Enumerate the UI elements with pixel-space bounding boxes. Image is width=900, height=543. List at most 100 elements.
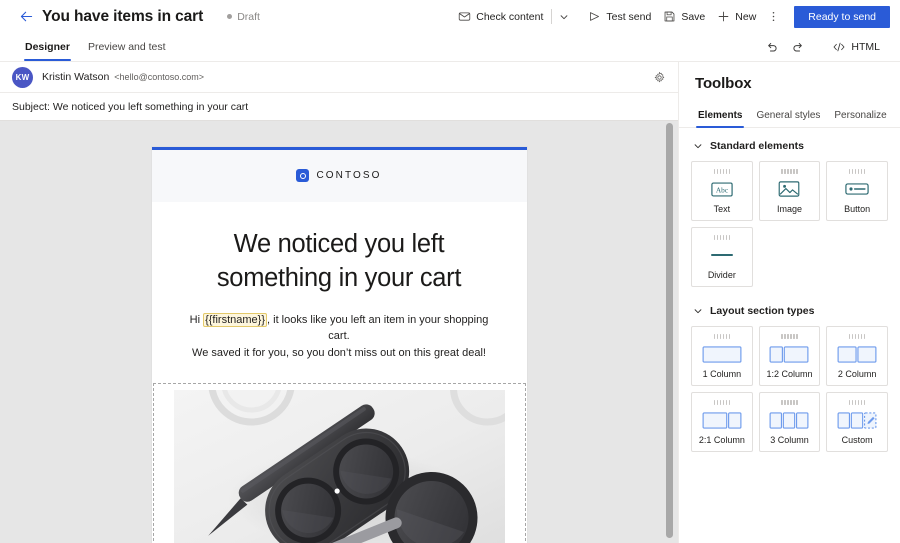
tab-designer[interactable]: Designer: [16, 33, 79, 61]
tabrow-spacer: [175, 33, 761, 61]
layout-card-3-column-label: 3 Column: [770, 435, 809, 445]
divider-icon: [710, 245, 733, 265]
email-headline: We noticed you left something in your ca…: [216, 230, 462, 292]
layout-card-2-column-label: 2 Column: [837, 369, 877, 379]
email-image-block-selected[interactable]: [152, 383, 526, 543]
subject-row[interactable]: Subject: We noticed you left something i…: [0, 93, 678, 121]
layout-2col-icon: [837, 344, 877, 364]
layout-card-2-1-column[interactable]: 2:1 Column: [691, 392, 753, 452]
page-title: You have items in cart: [42, 7, 204, 25]
section-standard-elements-header[interactable]: Standard elements: [691, 138, 888, 161]
check-content-button[interactable]: Check content: [452, 4, 549, 30]
status-badge: Draft: [227, 11, 260, 23]
toolbox-tab-general-styles[interactable]: General styles: [749, 103, 827, 127]
test-send-button[interactable]: Test send: [582, 4, 657, 30]
toolbox-title: Toolbox: [695, 75, 752, 92]
drag-handle-icon[interactable]: [848, 334, 866, 339]
designer-tabbar: Designer Preview and test HTML: [0, 33, 900, 62]
hero-product-image: [173, 390, 505, 543]
logo-ring-shape: [299, 172, 306, 179]
tab-preview-and-test[interactable]: Preview and test: [79, 33, 175, 61]
email-brand-header[interactable]: CONTOSO: [151, 150, 527, 202]
drag-handle-icon[interactable]: [781, 334, 798, 339]
status-label: Draft: [237, 10, 260, 23]
test-send-label: Test send: [606, 10, 652, 23]
html-code-button[interactable]: HTML: [826, 35, 886, 59]
toolbox-tab-personalize[interactable]: Personalize: [827, 103, 893, 127]
new-label: New: [735, 10, 757, 23]
drag-handle-icon[interactable]: [848, 400, 866, 405]
drag-handle-icon[interactable]: [713, 169, 731, 174]
email-designer-app: You have items in cart Draft Check conte…: [0, 0, 900, 543]
layout-3col-icon: [769, 410, 809, 430]
drag-handle-icon[interactable]: [713, 400, 731, 405]
save-button[interactable]: Save: [657, 4, 711, 30]
envelope-check-icon: [458, 10, 471, 23]
gear-icon[interactable]: [648, 66, 670, 88]
avatar: KW: [12, 66, 33, 88]
cmdbar-actions: Check content Test send Save New Ready t…: [452, 4, 890, 30]
save-label: Save: [681, 10, 706, 23]
personalization-token[interactable]: {{firstname}}: [203, 312, 268, 327]
drag-handle-icon[interactable]: [713, 235, 731, 240]
divider-line-shape: [710, 253, 733, 257]
workspace: KW Kristin Watson <hello@contoso.com> Su…: [0, 62, 900, 543]
layout-card-2-1-column-label: 2:1 Column: [698, 435, 745, 445]
html-label: HTML: [851, 41, 880, 53]
element-card-text[interactable]: Abc Text: [691, 161, 753, 221]
layout-card-2-column[interactable]: 2 Column: [826, 326, 888, 386]
layout-card-custom[interactable]: Custom: [826, 392, 888, 452]
canvas-scrollbar[interactable]: [665, 121, 673, 543]
element-card-divider[interactable]: Divider: [691, 227, 753, 287]
element-card-button[interactable]: Button: [826, 161, 888, 221]
drag-handle-icon[interactable]: [713, 334, 731, 339]
svg-text:Abc: Abc: [716, 185, 729, 194]
check-content-label: Check content: [476, 10, 544, 23]
element-card-divider-label: Divider: [707, 270, 736, 280]
text-icon: Abc: [711, 179, 733, 199]
chevron-down-icon: [693, 141, 703, 151]
button-icon: [845, 179, 869, 199]
undo-icon[interactable]: [760, 35, 784, 59]
element-card-button-label: Button: [844, 204, 871, 214]
drag-handle-icon[interactable]: [781, 400, 798, 405]
email-editor: KW Kristin Watson <hello@contoso.com> Su…: [0, 62, 678, 543]
layout-1col-icon: [702, 344, 742, 364]
layout-custom-icon: [837, 410, 877, 430]
back-arrow-icon[interactable]: [16, 7, 36, 27]
body-line1-rest: , it looks like you left an item in your…: [267, 313, 489, 343]
layout-2-1col-icon: [702, 410, 742, 430]
designer-tabs: Designer Preview and test: [0, 33, 175, 61]
layout-card-1-2-column[interactable]: 1:2 Column: [758, 326, 821, 386]
layout-card-1-column[interactable]: 1 Column: [691, 326, 753, 386]
element-card-image[interactable]: Image: [758, 161, 821, 221]
redo-icon[interactable]: [786, 35, 810, 59]
toolbox-tab-general-styles-label: General styles: [756, 109, 821, 121]
subject-line: Subject: We noticed you left something i…: [12, 101, 248, 113]
sender-email: <hello@contoso.com>: [114, 72, 204, 82]
contoso-logo-icon: [296, 169, 310, 182]
tab-designer-label: Designer: [25, 41, 70, 53]
section-layout-header[interactable]: Layout section types: [691, 303, 888, 326]
layout-card-3-column[interactable]: 3 Column: [758, 392, 821, 452]
check-content-dropdown-chevron-down-icon[interactable]: [554, 5, 574, 29]
layout-types-grid: 1 Column 1:2 Column 2 Column 2:1 Column …: [691, 326, 888, 452]
section-standard-elements: Standard elements Abc Text Image Button …: [679, 128, 900, 289]
canvas-scrollbar-thumb[interactable]: [665, 123, 673, 538]
layout-card-custom-label: Custom: [841, 435, 873, 445]
toolbox-tabs: Elements General styles Personalize: [679, 103, 900, 128]
element-card-image-label: Image: [776, 204, 802, 214]
more-options-icon[interactable]: [762, 5, 784, 29]
ready-to-send-button[interactable]: Ready to send: [794, 5, 890, 28]
email-hero-text-block[interactable]: We noticed you left something in your ca…: [152, 202, 527, 383]
toolbox-tab-elements[interactable]: Elements: [691, 103, 749, 128]
sender-row: KW Kristin Watson <hello@contoso.com>: [0, 62, 678, 93]
send-icon: [588, 10, 601, 23]
drag-handle-icon[interactable]: [781, 169, 798, 174]
drag-handle-icon[interactable]: [848, 169, 866, 174]
element-card-text-label: Text: [713, 204, 731, 214]
standard-elements-grid: Abc Text Image Button Divider: [691, 161, 888, 287]
toolbox-tab-personalize-label: Personalize: [834, 109, 887, 121]
new-button[interactable]: New: [711, 4, 762, 30]
code-brackets-icon: [832, 40, 846, 54]
